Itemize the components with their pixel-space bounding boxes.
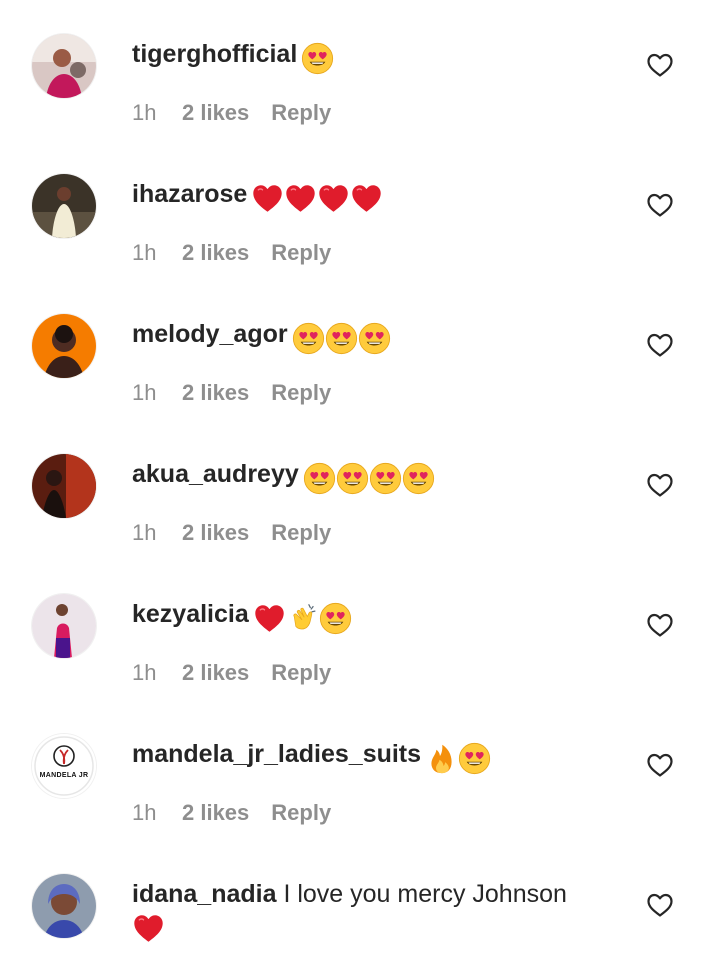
- comment-meta: 1h 2 likes Reply: [132, 378, 331, 408]
- likes-count[interactable]: 2 likes: [182, 98, 249, 128]
- comment-meta: 1h 2 likes Reply: [132, 658, 331, 688]
- emoji-group: [132, 912, 622, 948]
- reply-button[interactable]: Reply: [271, 238, 331, 268]
- heart-eyes-emoji: [402, 462, 435, 495]
- likes-count[interactable]: 2 likes: [182, 378, 249, 408]
- username[interactable]: mandela_jr_ladies_suits: [132, 740, 421, 768]
- heart-outline-icon[interactable]: [646, 892, 674, 918]
- heart-eyes-emoji: [301, 42, 334, 75]
- heart-outline-icon[interactable]: [646, 332, 674, 358]
- heart-eyes-emoji: [303, 462, 336, 495]
- username[interactable]: idana_nadia: [132, 880, 277, 908]
- avatar-logo[interactable]: MANDELA JR: [32, 734, 96, 798]
- comment-item: akua_audreyy 1h 2 likes Reply: [0, 420, 720, 560]
- heart-eyes-emoji: [358, 322, 391, 355]
- avatar-logo-text: MANDELA JR: [39, 772, 89, 779]
- avatar[interactable]: [32, 34, 96, 98]
- comment-body: mandela_jr_ladies_suits: [132, 736, 622, 778]
- red-heart-emoji: [317, 182, 350, 215]
- comment-body: melody_agor: [132, 316, 622, 358]
- heart-outline-icon[interactable]: [646, 52, 674, 78]
- reply-button[interactable]: Reply: [271, 518, 331, 548]
- red-heart-emoji: [253, 602, 286, 635]
- heart-outline-icon[interactable]: [646, 752, 674, 778]
- comment-text: I love you mercy Johnson: [283, 880, 567, 908]
- comment-body: tigerghofficial: [132, 36, 622, 78]
- reply-button[interactable]: Reply: [271, 798, 331, 828]
- comment-item: kezyalicia 1h 2 likes Reply: [0, 560, 720, 700]
- likes-count[interactable]: 2 likes: [182, 798, 249, 828]
- emoji-group: [301, 42, 334, 78]
- likes-count[interactable]: 2 likes: [182, 658, 249, 688]
- emoji-group: [253, 602, 352, 638]
- heart-eyes-emoji: [336, 462, 369, 495]
- avatar[interactable]: [32, 874, 96, 938]
- username[interactable]: tigerghofficial: [132, 40, 297, 68]
- likes-count[interactable]: 2 likes: [182, 518, 249, 548]
- timestamp: 1h: [132, 520, 157, 545]
- username[interactable]: akua_audreyy: [132, 460, 299, 488]
- username[interactable]: ihazarose: [132, 180, 247, 208]
- fire-emoji: [425, 742, 458, 775]
- comment-meta: 1h 2 likes Reply: [132, 798, 331, 828]
- likes-count[interactable]: 2 likes: [182, 238, 249, 268]
- emoji-group: [251, 182, 383, 218]
- comment-meta: 1h 2 likes Reply: [132, 98, 331, 128]
- comment-body: kezyalicia: [132, 596, 622, 638]
- comment-body: ihazarose: [132, 176, 622, 218]
- emoji-group: [292, 322, 391, 358]
- heart-eyes-emoji: [319, 602, 352, 635]
- emoji-group: [425, 742, 491, 778]
- heart-eyes-emoji: [458, 742, 491, 775]
- avatar[interactable]: [32, 594, 96, 658]
- avatar[interactable]: [32, 174, 96, 238]
- reply-button[interactable]: Reply: [271, 378, 331, 408]
- emoji-group: [303, 462, 435, 498]
- red-heart-emoji: [350, 182, 383, 215]
- comment-item: tigerghofficial 1h 2 likes Reply: [0, 0, 720, 140]
- comment-item: idana_nadia I love you mercy Johnson: [0, 840, 720, 980]
- comment-item: MANDELA JR mandela_jr_ladies_suits 1h 2 li…: [0, 700, 720, 840]
- username[interactable]: melody_agor: [132, 320, 288, 348]
- comment-meta: 1h 2 likes Reply: [132, 518, 331, 548]
- heart-eyes-emoji: [325, 322, 358, 355]
- comment-body: idana_nadia I love you mercy Johnson: [132, 876, 622, 948]
- heart-outline-icon[interactable]: [646, 192, 674, 218]
- clapping-hands-emoji: [286, 602, 319, 635]
- timestamp: 1h: [132, 660, 157, 685]
- timestamp: 1h: [132, 380, 157, 405]
- avatar[interactable]: [32, 454, 96, 518]
- comment-meta: 1h 2 likes Reply: [132, 238, 331, 268]
- red-heart-emoji: [251, 182, 284, 215]
- comment-item: ihazarose 1h 2 likes Reply: [0, 140, 720, 280]
- timestamp: 1h: [132, 100, 157, 125]
- heart-eyes-emoji: [369, 462, 402, 495]
- username[interactable]: kezyalicia: [132, 600, 249, 628]
- comment-body: akua_audreyy: [132, 456, 622, 498]
- timestamp: 1h: [132, 800, 157, 825]
- red-heart-emoji: [132, 912, 165, 945]
- reply-button[interactable]: Reply: [271, 98, 331, 128]
- heart-outline-icon[interactable]: [646, 472, 674, 498]
- red-heart-emoji: [284, 182, 317, 215]
- timestamp: 1h: [132, 240, 157, 265]
- heart-eyes-emoji: [292, 322, 325, 355]
- comment-item: melody_agor 1h 2 likes Reply: [0, 280, 720, 420]
- reply-button[interactable]: Reply: [271, 658, 331, 688]
- comment-list: tigerghofficial 1h 2 likes Reply ihazarose…: [0, 0, 720, 956]
- avatar[interactable]: [32, 314, 96, 378]
- heart-outline-icon[interactable]: [646, 612, 674, 638]
